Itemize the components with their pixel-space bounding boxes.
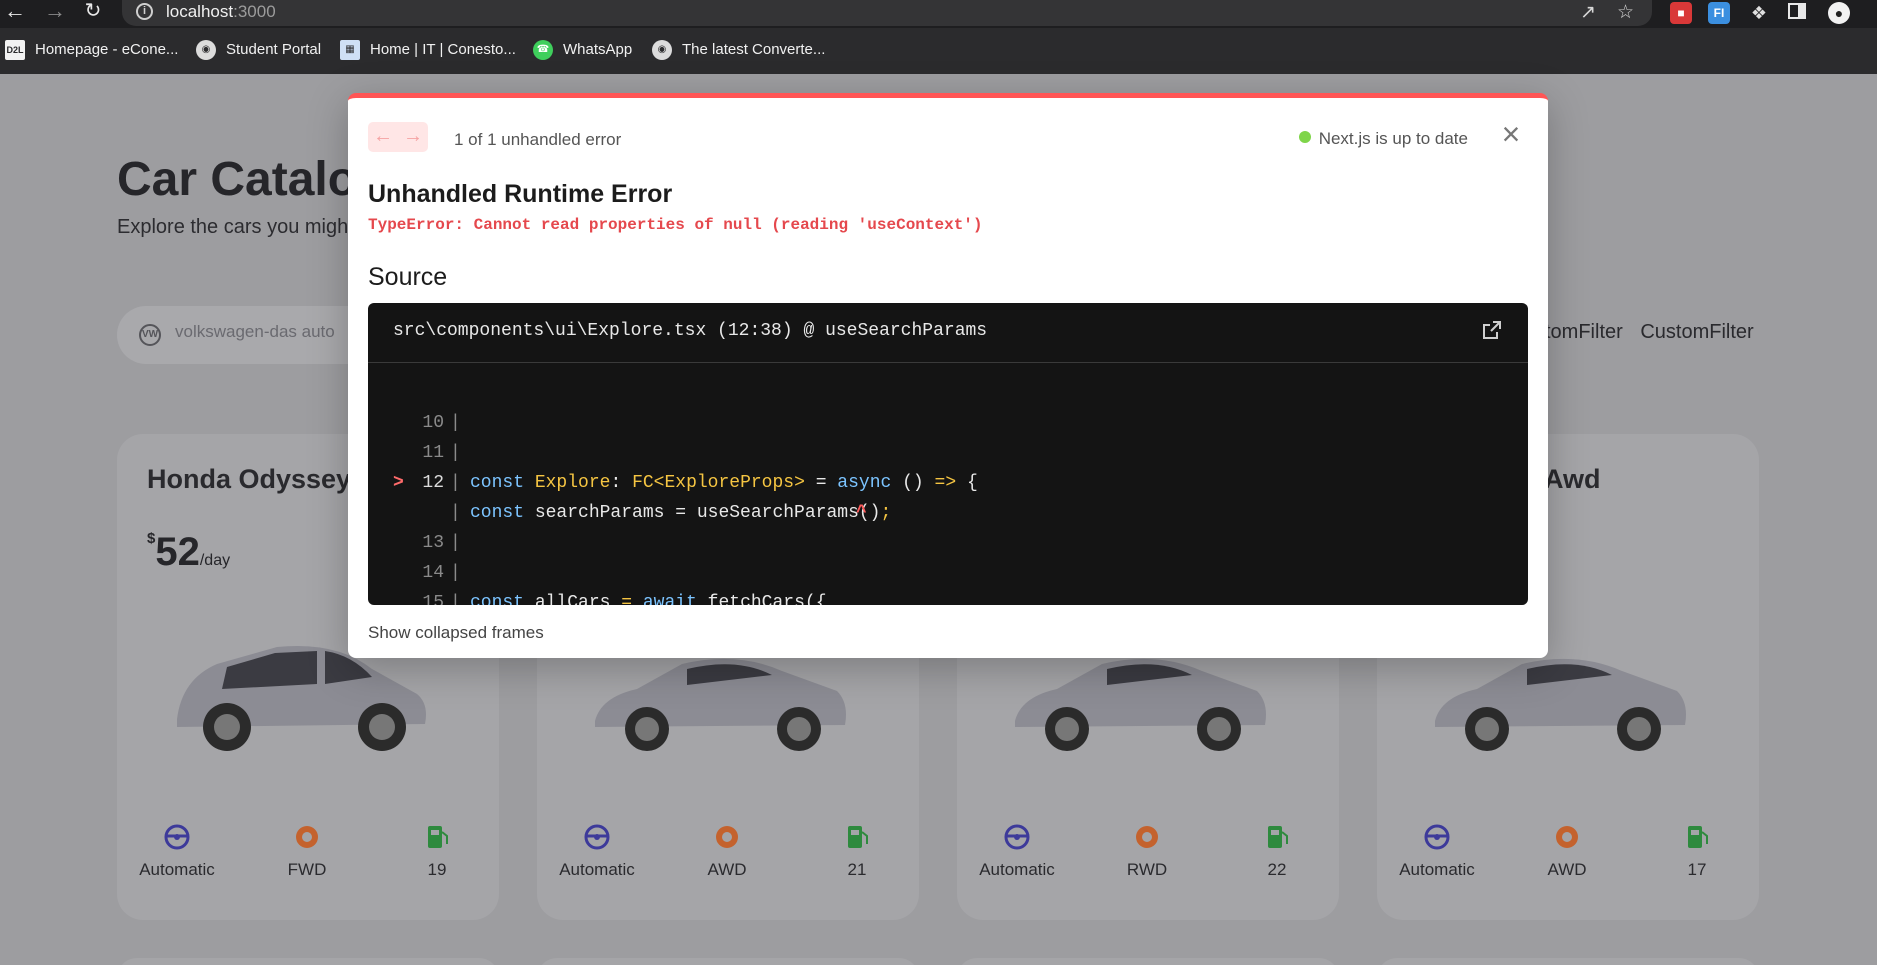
bookmark-latest-converter[interactable]: The latest Converte...	[682, 41, 825, 58]
back-icon[interactable]: ←	[2, 0, 28, 24]
close-icon[interactable]: ×	[1496, 118, 1526, 150]
open-in-editor-icon[interactable]	[1481, 319, 1503, 341]
custom-filter-1[interactable]: tomFilter	[1545, 321, 1623, 343]
car-price: $52/day	[147, 530, 231, 574]
url-text: localhost:3000	[166, 2, 276, 21]
d2l-icon: D2L	[5, 40, 25, 60]
manufacturer-search[interactable]: VW	[117, 306, 377, 364]
filters: tomFilter CustomFilter	[1545, 321, 1766, 344]
code-line-error: >12 | const searchParams = useSearchParam…	[393, 473, 892, 523]
code-line: 11 | const Explore: FC<ExploreProps> = as…	[422, 443, 978, 493]
code-lines: 10 | 11 | const Explore: FC<ExploreProps> …	[368, 378, 1528, 605]
spec-transmission: Automatic	[117, 824, 237, 880]
address-bar[interactable]: i localhost:3000 ↗ ☆	[122, 0, 1652, 26]
build-status: Next.js is up to date	[1298, 129, 1468, 149]
car-card-partial	[117, 958, 499, 965]
steering-wheel-icon	[1424, 824, 1450, 850]
forward-icon[interactable]: →	[42, 0, 68, 24]
next-error-arrow-icon[interactable]: →	[398, 124, 428, 150]
gas-pump-icon	[1688, 826, 1708, 848]
error-title: Unhandled Runtime Error	[368, 180, 673, 208]
profile-avatar-icon[interactable]: ●	[1828, 2, 1850, 24]
source-file-link[interactable]: src\components\ui\Explore.tsx (12:38) @ …	[393, 321, 987, 341]
spec-mpg: 22	[1217, 824, 1337, 880]
manufacturer-input[interactable]	[175, 322, 375, 342]
show-collapsed-frames-button[interactable]: Show collapsed frames	[368, 623, 544, 643]
reload-icon[interactable]: ↻	[80, 0, 106, 24]
spec-transmission: Automatic	[957, 824, 1077, 880]
globe-icon: ◉	[652, 40, 672, 60]
steering-wheel-icon	[1004, 824, 1030, 850]
spec-mpg: 17	[1637, 824, 1757, 880]
code-frame-header: src\components\ui\Explore.tsx (12:38) @ …	[368, 303, 1528, 363]
spec-drive: RWD	[1087, 824, 1207, 880]
tire-icon	[1556, 826, 1578, 848]
document-icon: ▦	[340, 40, 360, 60]
tire-icon	[716, 826, 738, 848]
status-dot-icon	[1298, 131, 1311, 143]
bookmark-whatsapp[interactable]: WhatsApp	[563, 41, 632, 58]
spec-transmission: Automatic	[537, 824, 657, 880]
spec-drive: FWD	[247, 824, 367, 880]
bookmarks-bar: D2L Homepage - eCone... ◉ Student Portal…	[0, 28, 1877, 74]
car-card-partial	[957, 958, 1339, 965]
gas-pump-icon	[428, 826, 448, 848]
steering-wheel-icon	[584, 824, 610, 850]
code-line: 15| manufacturer: "",	[422, 593, 461, 605]
globe-icon: ◉	[196, 40, 216, 60]
code-frame: src\components\ui\Explore.tsx (12:38) @ …	[368, 303, 1528, 605]
code-line: 14 | const allCars = await fetchCars({	[422, 563, 827, 605]
error-pager: ← →	[368, 122, 428, 152]
volkswagen-logo-icon: VW	[139, 324, 161, 346]
error-count: 1 of 1 unhandled error	[454, 130, 622, 149]
error-message: TypeError: Cannot read properties of nul…	[368, 216, 983, 234]
gas-pump-icon	[848, 826, 868, 848]
side-panel-icon[interactable]	[1786, 2, 1808, 24]
extensions-puzzle-icon[interactable]: ❖	[1748, 2, 1770, 24]
spec-mpg: 21	[797, 824, 917, 880]
car-name: Honda Odyssey	[147, 464, 352, 494]
share-icon[interactable]: ↗	[1580, 1, 1596, 24]
error-overlay-dialog: ← → 1 of 1 unhandled error Next.js is up…	[348, 93, 1548, 658]
code-line-caret: | ^	[450, 503, 867, 523]
spec-drive: AWD	[667, 824, 787, 880]
extension-red-icon[interactable]: ■	[1670, 2, 1692, 24]
tire-icon	[296, 826, 318, 848]
site-info-icon[interactable]: i	[136, 3, 153, 20]
code-line: 10 |	[422, 413, 461, 433]
whatsapp-icon: ☎	[533, 40, 553, 60]
previous-error-arrow-icon[interactable]: ←	[368, 124, 398, 150]
browser-toolbar: ← → ↻ i localhost:3000 ↗ ☆ ■ FI ❖ ●	[0, 0, 1877, 28]
spec-drive: AWD	[1507, 824, 1627, 880]
bookmark-it-conestoga[interactable]: Home | IT | Conesto...	[370, 41, 516, 58]
spec-mpg: 19	[377, 824, 497, 880]
hero-title: Car Catalo	[117, 153, 358, 206]
hero-subtitle: Explore the cars you migh	[117, 216, 349, 238]
car-card-partial	[1377, 958, 1759, 965]
gas-pump-icon	[1268, 826, 1288, 848]
car-card-partial	[537, 958, 919, 965]
extension-fi-icon[interactable]: FI	[1708, 2, 1730, 24]
bookmark-star-icon[interactable]: ☆	[1617, 1, 1634, 24]
custom-filter-2[interactable]: CustomFilter	[1640, 321, 1753, 343]
tire-icon	[1136, 826, 1158, 848]
code-line: 13 |	[422, 533, 461, 553]
spec-transmission: Automatic	[1377, 824, 1497, 880]
source-heading: Source	[368, 263, 448, 291]
steering-wheel-icon	[164, 824, 190, 850]
bookmark-student-portal[interactable]: Student Portal	[226, 41, 321, 58]
bookmark-homepage[interactable]: Homepage - eCone...	[35, 41, 178, 58]
